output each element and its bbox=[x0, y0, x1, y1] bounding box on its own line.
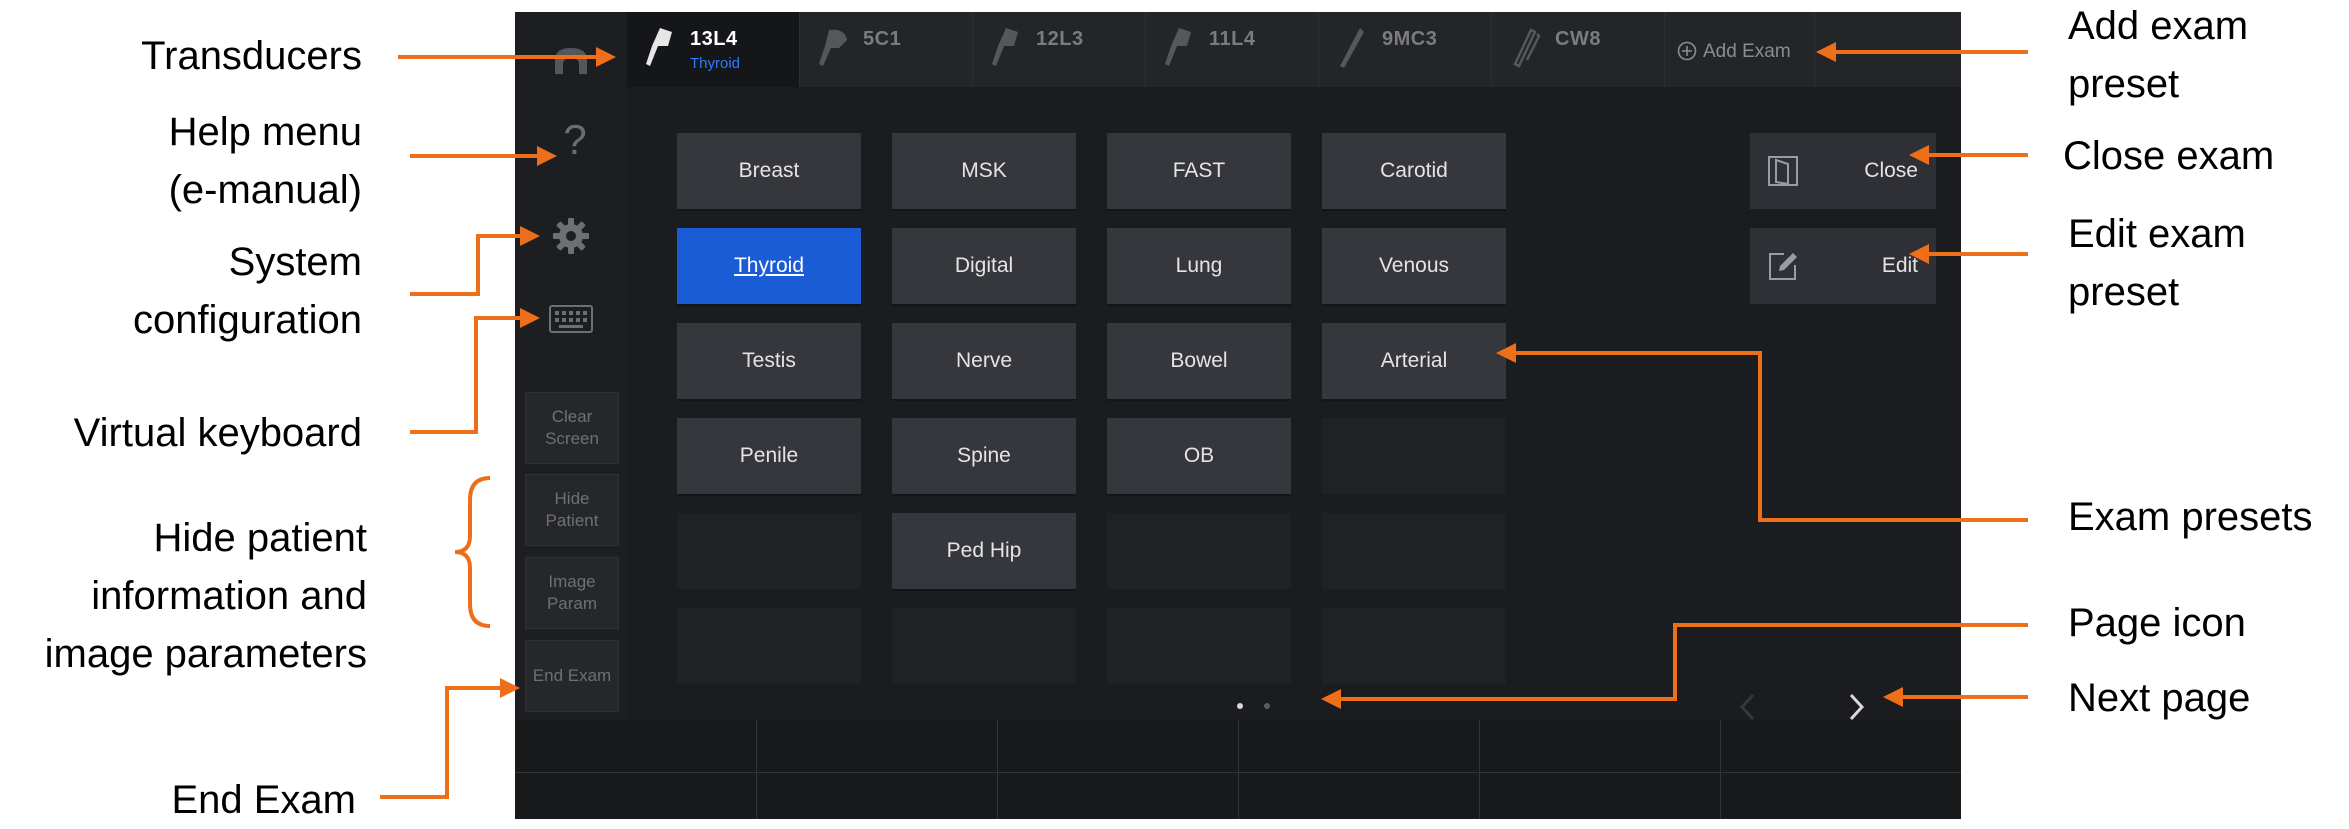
arrow-page-icon bbox=[1321, 623, 2028, 709]
arrow-system-configuration bbox=[410, 226, 540, 296]
bracket-hide-patient bbox=[454, 476, 491, 628]
arrow-exam-presets bbox=[1496, 343, 2028, 522]
arrow-virtual-keyboard bbox=[410, 308, 540, 434]
arrow-end-exam bbox=[380, 678, 520, 799]
annotation-arrows bbox=[380, 42, 2028, 799]
